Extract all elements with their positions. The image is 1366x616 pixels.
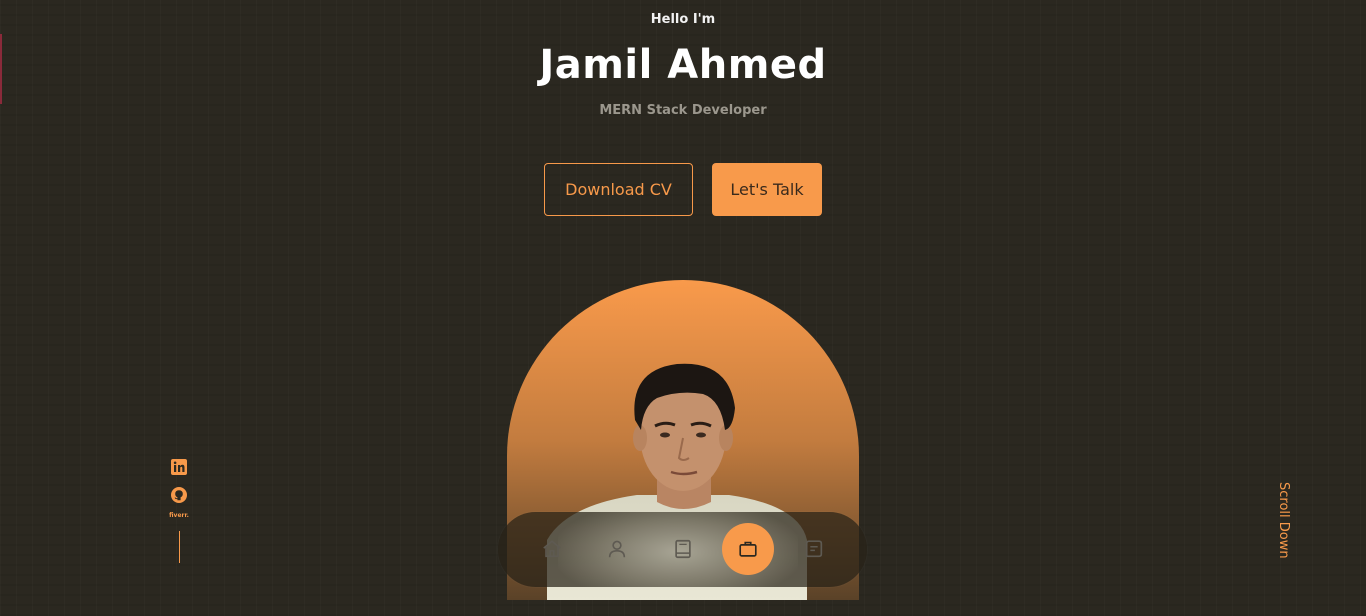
nav-experience[interactable] — [657, 523, 709, 575]
bottom-nav — [498, 512, 867, 587]
download-cv-button[interactable]: Download CV — [544, 163, 693, 216]
hero-role: MERN Stack Developer — [599, 103, 767, 118]
user-icon — [608, 540, 626, 558]
nav-contact[interactable] — [788, 523, 840, 575]
github-icon[interactable] — [171, 487, 187, 503]
nav-home[interactable] — [526, 523, 578, 575]
social-divider-line — [178, 531, 180, 563]
briefcase-icon — [739, 541, 757, 557]
fiverr-link[interactable]: fiverr. — [169, 512, 189, 519]
scroll-down-link[interactable]: Scroll Down — [1276, 482, 1291, 559]
linkedin-icon[interactable] — [171, 459, 187, 475]
nav-about[interactable] — [591, 523, 643, 575]
social-links: fiverr. — [169, 459, 189, 563]
message-icon — [805, 540, 823, 558]
book-icon — [675, 539, 691, 559]
nav-portfolio[interactable] — [722, 523, 774, 575]
home-icon — [543, 540, 561, 558]
hero-name: Jamil Ahmed — [539, 42, 827, 88]
hero-greeting: Hello I'm — [650, 12, 716, 27]
lets-talk-button[interactable]: Let's Talk — [712, 163, 822, 216]
